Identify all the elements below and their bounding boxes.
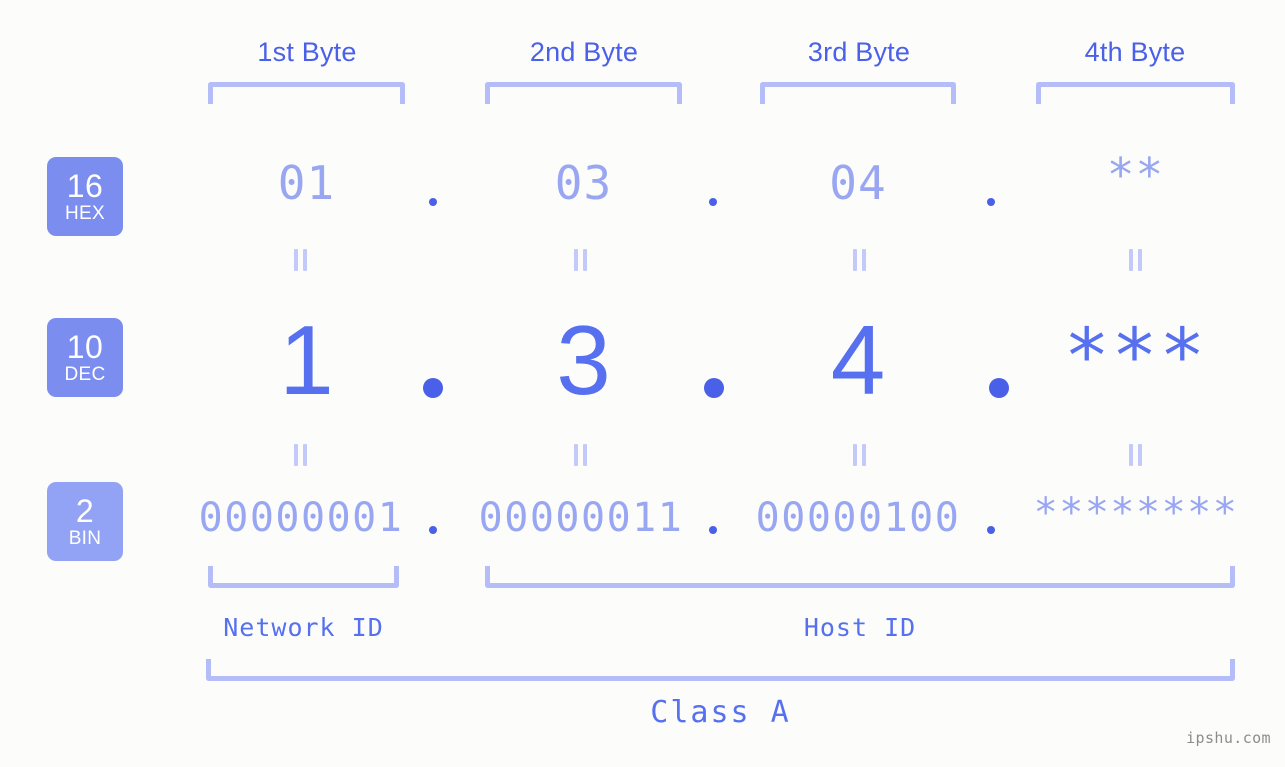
dec-separator-dot-2: [704, 378, 724, 398]
equals-icon-dec-bin-3: [853, 444, 866, 466]
dec-byte-2: 3: [556, 305, 611, 415]
hex-byte-1: 01: [277, 156, 336, 210]
byte-bracket-3: [760, 82, 956, 104]
bin-separator-dot-3: [987, 526, 995, 534]
host-id-label: Host ID: [803, 613, 917, 642]
byte-header-label-4: 4th Byte: [1084, 37, 1186, 67]
bin-byte-3: 00000100: [755, 495, 961, 541]
host-id-bracket: [485, 566, 1235, 588]
dec-separator-dot-1: [423, 378, 443, 398]
hex-byte-3: 04: [829, 156, 887, 210]
byte-header-label-2: 2nd Byte: [529, 37, 639, 67]
hex-separator-dot-3: [987, 198, 995, 206]
network-id-label: Network ID: [223, 613, 384, 642]
dec-byte-4: ***: [1063, 311, 1208, 400]
byte-bracket-4: [1036, 82, 1235, 104]
bin-separator-dot-2: [709, 526, 717, 534]
hex-byte-2: 03: [554, 156, 613, 210]
dec-byte-3: 4: [830, 305, 886, 415]
dec-byte-1: 1: [279, 305, 334, 415]
bin-byte-1: 00000001: [198, 495, 404, 541]
diagram-canvas: 1st Byte 2nd Byte 3rd Byte 4th Byte 16 H…: [0, 0, 1285, 767]
radix-badge-dec-base: DEC: [64, 363, 106, 385]
equals-icon-hex-dec-3: [853, 249, 866, 271]
radix-badge-hex-number: 16: [66, 167, 104, 204]
site-watermark: ipshu.com: [1186, 729, 1271, 747]
class-label: Class A: [650, 695, 791, 730]
equals-icon-dec-bin-1: [294, 444, 307, 466]
hex-separator-dot-1: [429, 198, 437, 206]
radix-badge-bin-base: BIN: [68, 527, 102, 549]
byte-bracket-1: [208, 82, 405, 104]
radix-badge-hex[interactable]: 16 HEX: [47, 157, 123, 236]
equals-icon-dec-bin-2: [574, 444, 587, 466]
equals-icon-hex-dec-1: [294, 249, 307, 271]
network-id-bracket: [208, 566, 399, 588]
equals-icon-hex-dec-4: [1129, 249, 1142, 271]
dec-separator-dot-3: [989, 378, 1009, 398]
bin-separator-dot-1: [429, 526, 437, 534]
byte-header-label-3: 3rd Byte: [807, 37, 911, 67]
class-bracket: [206, 659, 1235, 681]
radix-badge-dec-number: 10: [66, 328, 104, 365]
radix-badge-bin[interactable]: 2 BIN: [47, 482, 123, 561]
byte-bracket-2: [485, 82, 682, 104]
bin-byte-2: 00000011: [478, 495, 684, 541]
radix-badge-dec[interactable]: 10 DEC: [47, 318, 123, 397]
radix-badge-hex-base: HEX: [65, 202, 105, 224]
equals-icon-dec-bin-4: [1129, 444, 1142, 466]
equals-icon-hex-dec-2: [574, 249, 587, 271]
byte-header-label-1: 1st Byte: [257, 37, 357, 67]
bin-byte-4: ********: [1033, 490, 1239, 536]
hex-separator-dot-2: [709, 198, 717, 206]
radix-badge-bin-number: 2: [75, 492, 95, 529]
hex-byte-4: **: [1106, 148, 1165, 202]
